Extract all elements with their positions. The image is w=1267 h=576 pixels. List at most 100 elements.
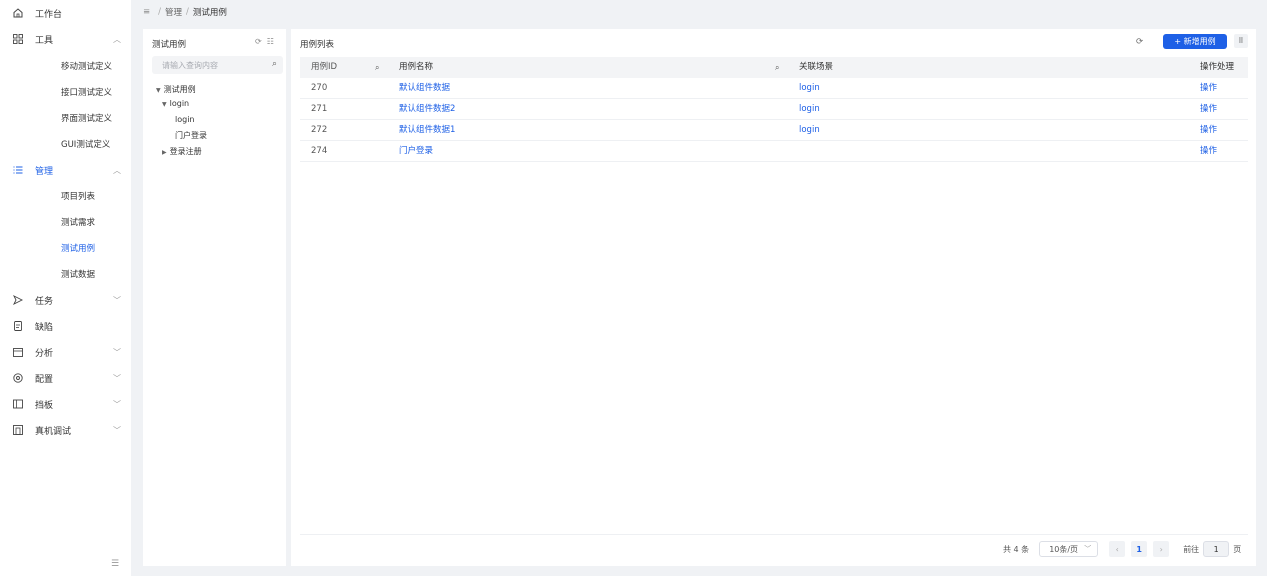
menu-tools-label: 工具 bbox=[35, 35, 54, 46]
caret-right-icon[interactable]: ▶ bbox=[162, 149, 167, 156]
menu-task[interactable]: 任务 ﹀ bbox=[0, 287, 131, 313]
cell-id: 274 bbox=[311, 146, 328, 156]
tree-node-portal-login[interactable]: 门户登录 bbox=[175, 130, 207, 141]
document-icon bbox=[13, 321, 23, 331]
sidebar-item-test-requirement[interactable]: 测试需求 bbox=[0, 209, 131, 235]
cell-id: 270 bbox=[311, 83, 328, 93]
table-row: 274 门户登录 操作 bbox=[300, 141, 1248, 162]
sidebar-item-mobile-test[interactable]: 移动测试定义 bbox=[0, 53, 131, 79]
table-row: 270 默认组件数据 login 操作 bbox=[300, 78, 1248, 99]
search-icon[interactable]: ⌕ bbox=[272, 59, 277, 69]
calendar-icon bbox=[13, 347, 23, 357]
cell-scene-link[interactable]: login bbox=[799, 99, 820, 120]
header-op: 操作处理 bbox=[1200, 62, 1235, 72]
chevron-down-icon: ﹀ bbox=[1084, 545, 1092, 553]
page-jump: 前往 页 bbox=[1183, 541, 1241, 557]
menu-analysis-label: 分析 bbox=[35, 348, 54, 359]
menu-manage[interactable]: 管理 ︿ bbox=[0, 157, 131, 183]
caret-down-icon[interactable]: ▼ bbox=[162, 101, 167, 108]
tree-tools: ⟳ ☷ bbox=[255, 37, 274, 46]
breadcrumb-test-case: 测试用例 bbox=[192, 8, 227, 18]
operate-link[interactable]: 操作 bbox=[1200, 78, 1217, 99]
page-unit-label: 页 bbox=[1233, 544, 1242, 554]
menu-workbench-label: 工作台 bbox=[35, 9, 63, 20]
header-name: 用例名称 bbox=[399, 62, 434, 72]
add-case-button[interactable]: + 新增用例 bbox=[1163, 34, 1227, 49]
prev-page-button[interactable]: ‹ bbox=[1109, 541, 1126, 557]
tree-search: ⌕ bbox=[152, 56, 283, 74]
page-size-select[interactable]: 10条/页 ﹀ bbox=[1039, 541, 1099, 557]
sidebar-item-project-list[interactable]: 项目列表 bbox=[0, 183, 131, 209]
filter-icon[interactable]: ☷ bbox=[267, 37, 274, 46]
cell-name-link[interactable]: 默认组件数据2 bbox=[399, 99, 455, 120]
menu-defect-label: 缺陷 bbox=[35, 322, 54, 333]
chevron-down-icon: ﹀ bbox=[113, 425, 121, 435]
tree-node-login-case[interactable]: login bbox=[175, 115, 195, 124]
list-icon bbox=[13, 165, 23, 175]
sidebar-item-ui-test[interactable]: 界面测试定义 bbox=[0, 105, 131, 131]
cell-name-link[interactable]: 默认组件数据1 bbox=[399, 120, 455, 141]
menu-defect[interactable]: 缺陷 bbox=[0, 313, 131, 339]
header-scene: 关联场景 bbox=[799, 62, 834, 72]
next-page-button[interactable]: › bbox=[1153, 541, 1170, 557]
goto-page-input[interactable] bbox=[1203, 541, 1230, 557]
pagination: 共 4 条 10条/页 ﹀ ‹ 1 › 前往 页 bbox=[1003, 541, 1241, 557]
pagination-total: 共 4 条 bbox=[1003, 544, 1030, 554]
tree-title: 测试用例 bbox=[152, 40, 187, 50]
menu-config[interactable]: 配置 ﹀ bbox=[0, 365, 131, 391]
sidebar-item-gui-test[interactable]: GUI测试定义 bbox=[0, 131, 131, 157]
chevron-down-icon: ﹀ bbox=[113, 373, 121, 383]
tree-node-login-folder[interactable]: ▼ login bbox=[162, 99, 189, 108]
search-icon[interactable]: ⌕ bbox=[775, 57, 779, 78]
search-icon[interactable]: ⌕ bbox=[375, 57, 379, 78]
tree-search-input[interactable] bbox=[152, 56, 262, 74]
table-row: 271 默认组件数据2 login 操作 bbox=[300, 99, 1248, 120]
divider bbox=[300, 534, 1248, 535]
menu-workbench[interactable]: 工作台 bbox=[0, 0, 131, 26]
refresh-icon[interactable]: ⟳ bbox=[255, 37, 262, 46]
breadcrumb: ≡ / 管理 / 测试用例 bbox=[143, 6, 227, 18]
menu-analysis[interactable]: 分析 ﹀ bbox=[0, 339, 131, 365]
table-header: 用例ID ⌕ 用例名称 ⌕ 关联场景 操作处理 bbox=[300, 57, 1248, 78]
chevron-up-icon: ︿ bbox=[113, 165, 121, 175]
breadcrumb-manage[interactable]: 管理 bbox=[165, 6, 182, 18]
page-number-button[interactable]: 1 bbox=[1131, 541, 1148, 557]
grid-icon bbox=[13, 34, 23, 44]
sidebar-item-test-data[interactable]: 测试数据 bbox=[0, 261, 131, 287]
menu-tools[interactable]: 工具 ︿ bbox=[0, 26, 131, 52]
tree-node-register[interactable]: ▶ 登录注册 bbox=[162, 146, 202, 157]
tree-node-root[interactable]: ▼ 测试用例 bbox=[156, 84, 196, 95]
cell-scene-link[interactable]: login bbox=[799, 120, 820, 141]
chevron-down-icon: ﹀ bbox=[113, 295, 121, 305]
gear-icon bbox=[13, 373, 23, 383]
send-icon bbox=[13, 295, 23, 305]
menu-task-label: 任务 bbox=[35, 296, 54, 307]
menu-board-label: 挡板 bbox=[35, 400, 54, 411]
menu-board[interactable]: 挡板 ﹀ bbox=[0, 391, 131, 417]
header-id: 用例ID bbox=[311, 62, 338, 72]
tree-panel: 测试用例 ⟳ ☷ ⌕ ▼测试用例 ▼login login 门户登录 ▶登录注册 bbox=[143, 29, 286, 566]
collapse-sidebar-icon[interactable]: ☰ bbox=[111, 559, 119, 569]
cell-scene-link[interactable]: login bbox=[799, 78, 820, 99]
operate-link[interactable]: 操作 bbox=[1200, 141, 1217, 162]
home-icon bbox=[13, 8, 23, 18]
main-panel: 用例列表 ⟳ + 新增用例 ⠿ 用例ID ⌕ 用例名称 ⌕ 关联场景 操作处理 … bbox=[291, 29, 1256, 566]
refresh-icon[interactable]: ⟳ bbox=[1136, 37, 1143, 47]
sidebar: 工作台 工具 ︿ 移动测试定义 接口测试定义 界面测试定义 GUI测试定义 管理… bbox=[0, 0, 131, 576]
cell-id: 272 bbox=[311, 125, 328, 135]
cell-name-link[interactable]: 默认组件数据 bbox=[399, 78, 450, 99]
chevron-up-icon: ︿ bbox=[113, 34, 121, 44]
cell-id: 271 bbox=[311, 104, 328, 114]
caret-down-icon[interactable]: ▼ bbox=[156, 87, 161, 94]
column-settings-icon[interactable]: ⠿ bbox=[1234, 34, 1248, 48]
sidebar-item-test-case[interactable]: 测试用例 bbox=[0, 235, 131, 261]
menu-device[interactable]: 真机调试 ﹀ bbox=[0, 417, 131, 443]
menu-config-label: 配置 bbox=[35, 374, 54, 385]
operate-link[interactable]: 操作 bbox=[1200, 120, 1217, 141]
menu-toggle-icon[interactable]: ≡ bbox=[143, 7, 150, 17]
menu-manage-label: 管理 bbox=[35, 166, 54, 177]
operate-link[interactable]: 操作 bbox=[1200, 99, 1217, 120]
chevron-down-icon: ﹀ bbox=[113, 347, 121, 357]
cell-name-link[interactable]: 门户登录 bbox=[399, 141, 433, 162]
sidebar-item-api-test[interactable]: 接口测试定义 bbox=[0, 79, 131, 105]
